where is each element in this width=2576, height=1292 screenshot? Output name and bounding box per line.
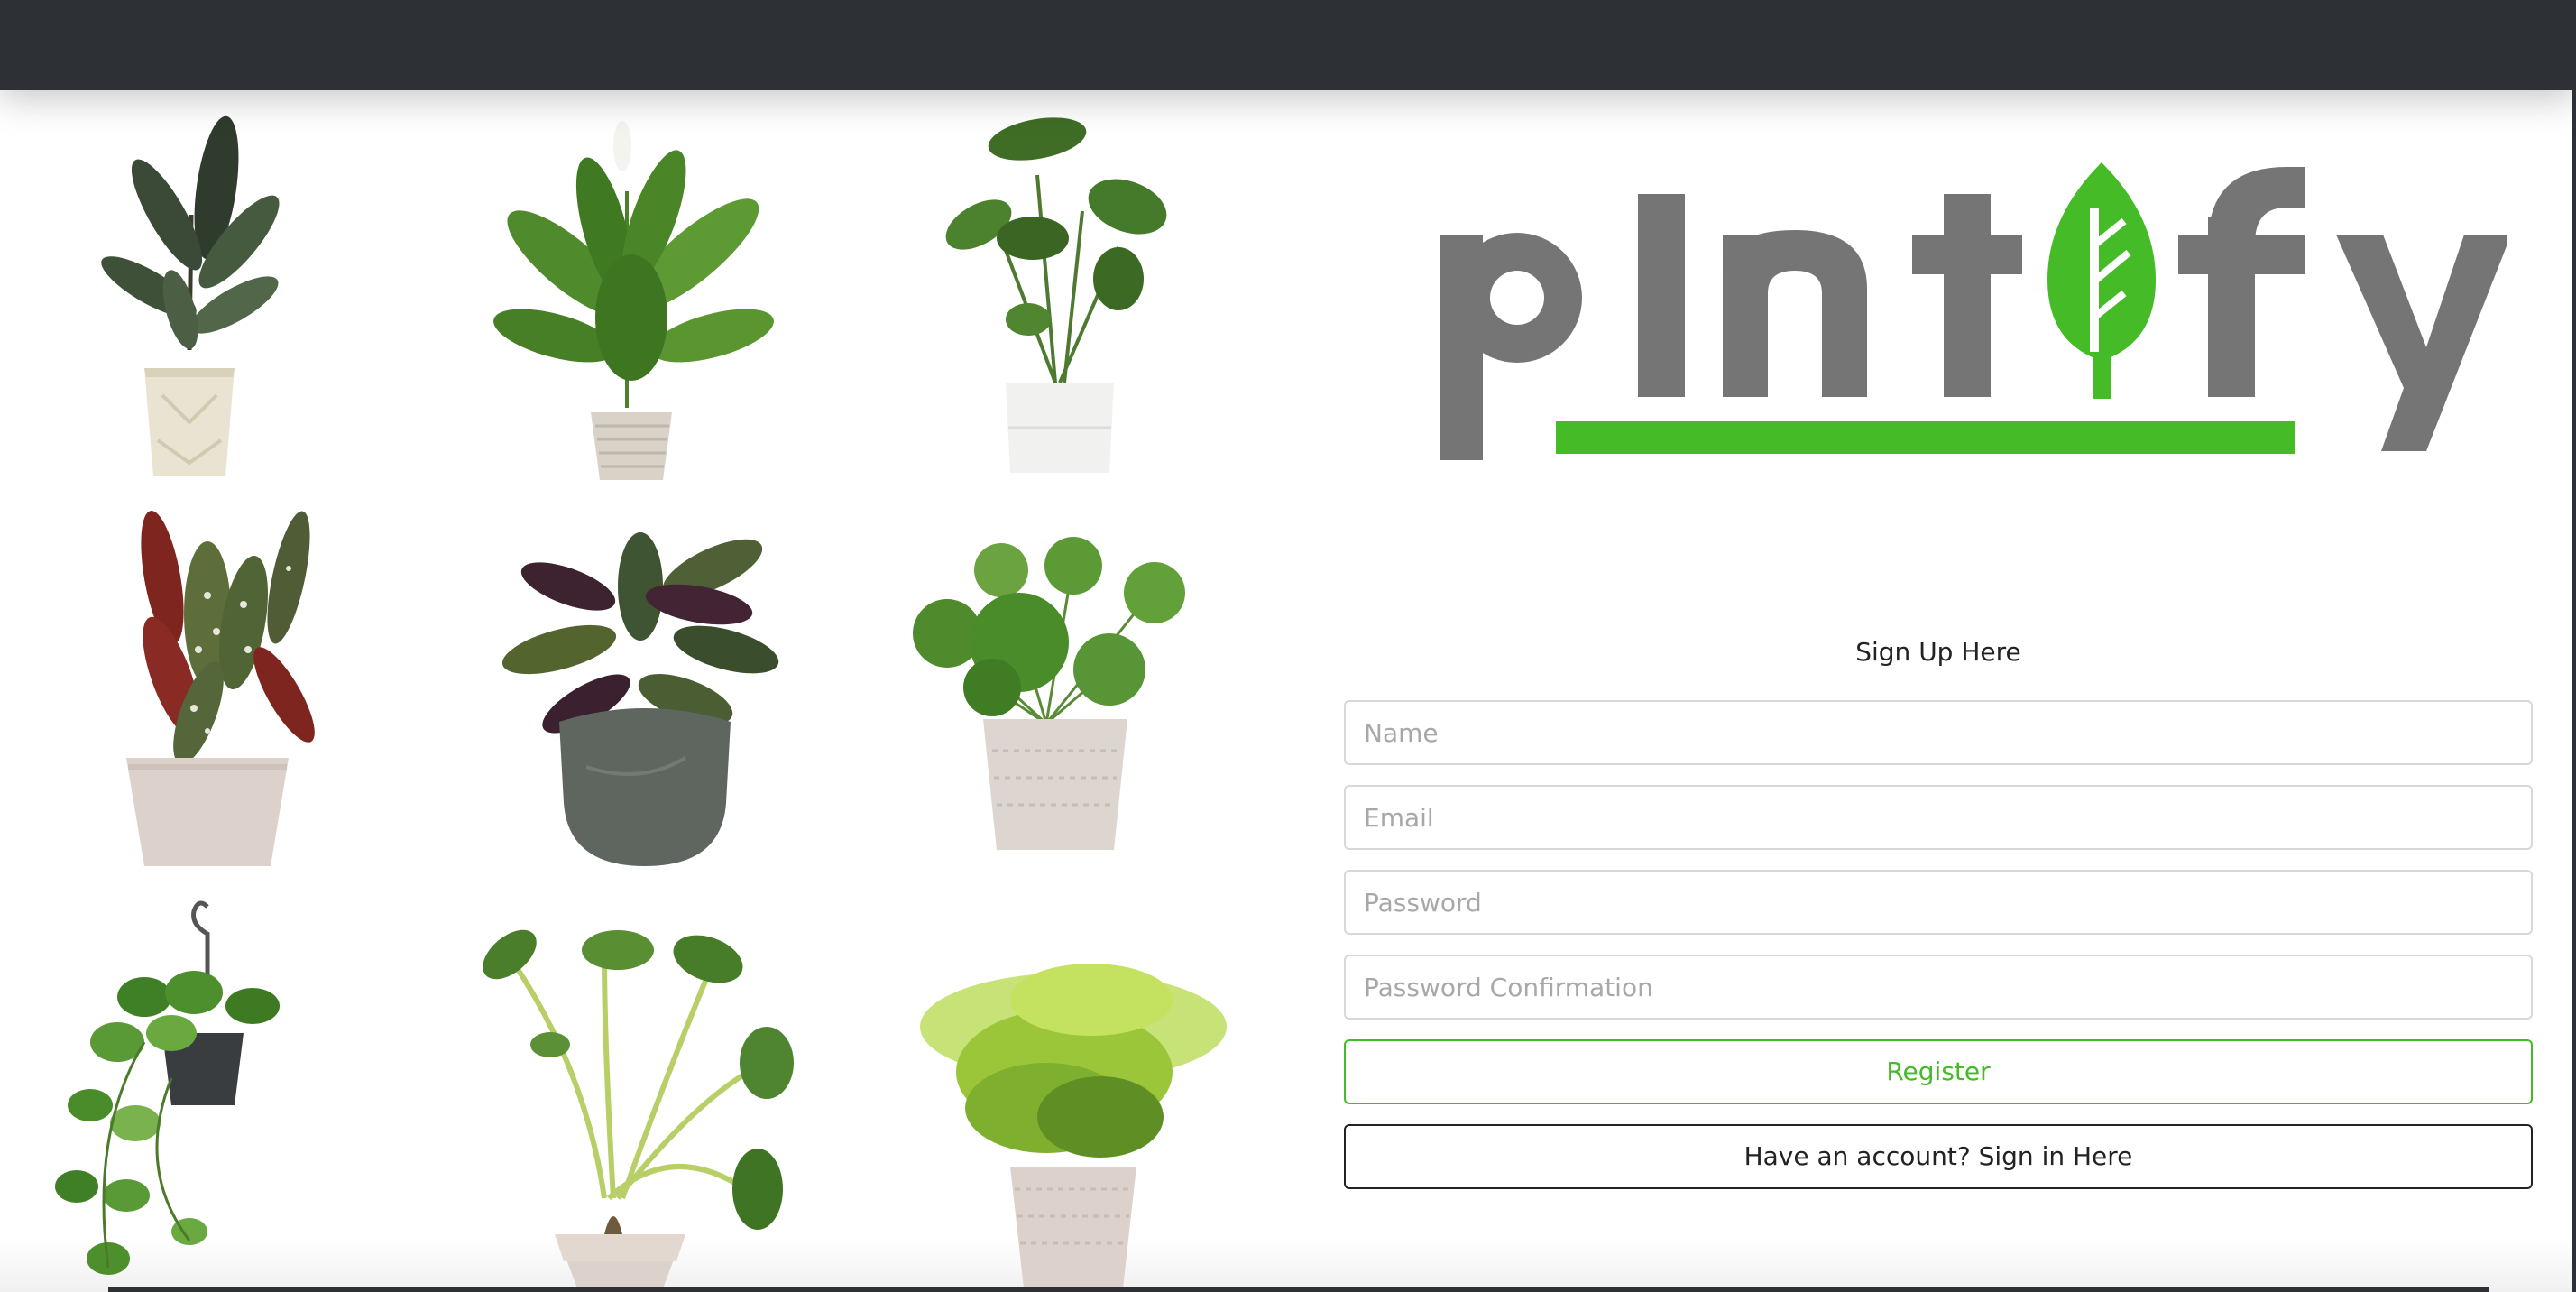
signup-form: Sign Up Here Register Have an account? S… [1344,623,2533,1209]
name-input[interactable] [1344,700,2533,765]
top-navbar [0,0,2576,90]
brand-logo [1425,144,2507,469]
signin-link-button[interactable]: Have an account? Sign in Here [1344,1124,2533,1189]
form-title: Sign Up Here [1855,637,2021,667]
plant-image-asparagus-fern [911,927,1236,1288]
plant-image-rubber-plant [81,106,298,476]
email-input[interactable] [1344,785,2533,850]
window-edge [2572,0,2576,1292]
plntify-logo [1440,162,2507,460]
password-input[interactable] [1344,870,2533,935]
plant-image-begonia [108,511,325,866]
bottom-bar [108,1287,2489,1292]
plant-gallery [0,90,1299,1292]
register-button[interactable]: Register [1344,1039,2533,1104]
password-confirmation-input[interactable] [1344,955,2533,1020]
plant-image-pilea [893,534,1200,859]
plant-image-calathea [501,532,785,866]
plant-image-monstera [929,103,1200,473]
plant-image-pothos [36,898,307,1286]
plant-image-alocasia [469,909,812,1288]
plant-image-peace-lily [469,110,803,480]
